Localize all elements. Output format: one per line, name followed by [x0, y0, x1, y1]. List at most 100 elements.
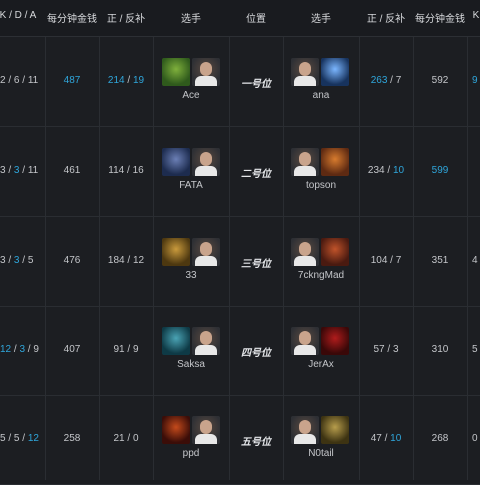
gpm-left-value: 476: [63, 255, 81, 266]
lasthits-right: 47 / 10: [371, 433, 402, 444]
kda-right-value: 5: [472, 344, 478, 355]
table-header: K / D / A 每分钟金钱 正 / 反补 选手 位置 选手 正 / 反补 每…: [0, 0, 480, 37]
header-gpm-left: 每分钟金钱: [47, 14, 97, 25]
gpm-left: 476: [64, 255, 81, 266]
header-player-right: 选手: [311, 14, 331, 25]
kda-left: 3 / 3 / 11: [0, 165, 38, 176]
gpm-right-value: 592: [431, 75, 449, 86]
lasthits-right: 234 / 10: [368, 165, 404, 176]
kda-right-partial: 9: [472, 75, 478, 86]
player-name-left: FATA: [179, 180, 203, 191]
position-label: 一号位: [241, 79, 271, 90]
lasthits-left: 91 / 9: [113, 344, 138, 355]
lasthits-left-value: 214: [107, 75, 125, 86]
player-photo-icon: [192, 238, 220, 266]
player-row: 3 / 3 / 5 476 184 / 12 33 三号位 7ckngMad 104 / 7…: [0, 217, 480, 307]
player-face-shape: [200, 62, 212, 76]
lasthits-left-value: 91: [113, 344, 125, 355]
player-jersey-shape: [195, 345, 217, 355]
hero-blue-spirit-icon: [321, 58, 349, 86]
player-name-left: 33: [185, 270, 197, 281]
lasthits-right-value: 234: [367, 165, 385, 176]
player-face-shape: [299, 420, 311, 434]
lasthits-left-separator: /: [124, 75, 133, 86]
gpm-right: 599: [432, 165, 449, 176]
kda-left-separator: /: [5, 75, 14, 86]
gpm-left-value: 461: [63, 165, 81, 176]
lasthits-left: 114 / 16: [108, 165, 143, 176]
player-name-right: JerAx: [308, 359, 334, 370]
player-row: 2 / 6 / 11 487 214 / 19 Ace 一号位 ana 263 / 7 592…: [0, 37, 480, 127]
player-jersey-shape: [294, 256, 316, 266]
kda-left-value: 11: [27, 75, 39, 86]
player-name-right: 7ckngMad: [297, 270, 345, 281]
kda-right-partial: 5: [472, 344, 478, 355]
lasthits-left-value: 0: [132, 433, 139, 444]
player-row: 12 / 3 / 9 407 91 / 9 Saksa 四号位 JerAx 57 / 3 31…: [0, 306, 480, 396]
hero-gold-shaman-icon: [321, 416, 349, 444]
hero-green-orc-icon: [162, 58, 190, 86]
lasthits-right-value: 47: [370, 433, 382, 444]
player-name-left: Saksa: [177, 359, 205, 370]
player-face-shape: [299, 152, 311, 166]
lasthits-left: 21 / 0: [113, 433, 138, 444]
hero-teal-mage-icon: [162, 327, 190, 355]
gpm-left: 258: [64, 433, 81, 444]
kda-right-value: 0: [472, 433, 478, 444]
header-player-left: 选手: [181, 14, 201, 25]
lasthits-right-separator: /: [387, 255, 396, 266]
lasthits-left-value: 114: [108, 165, 125, 176]
player-photo-icon: [291, 327, 319, 355]
lasthits-left-value: 16: [132, 165, 144, 176]
kda-left: 3 / 3 / 5: [0, 255, 33, 266]
lasthits-right: 263 / 7: [371, 75, 402, 86]
player-row: 3 / 3 / 11 461 114 / 16 FATA 二号位 topson 234 / …: [0, 127, 480, 217]
position-label: 五号位: [241, 437, 271, 448]
lasthits-right-value: 10: [392, 165, 405, 176]
kda-left-value: 12: [27, 433, 39, 444]
gpm-left: 407: [64, 344, 81, 355]
player-name-right: topson: [305, 180, 337, 191]
player-name-left: ppd: [182, 448, 200, 459]
player-photo-icon: [291, 58, 319, 86]
kda-right-partial: 0: [472, 433, 478, 444]
kda-right-value: 9: [472, 75, 478, 86]
lasthits-left-value: 21: [113, 433, 125, 444]
lasthits-right-separator: /: [387, 75, 396, 86]
player-face-shape: [299, 242, 311, 256]
lasthits-left: 184 / 12: [108, 255, 144, 266]
lasthits-right-value: 57: [373, 344, 385, 355]
lasthits-right-value: 104: [370, 255, 388, 266]
player-name-right: N0tail: [308, 448, 334, 459]
position-label: 二号位: [241, 169, 271, 180]
player-jersey-shape: [294, 166, 316, 176]
hero-crimson-demon-icon: [321, 327, 349, 355]
kda-left-value: 5: [27, 255, 34, 266]
kda-left-separator: /: [19, 255, 28, 266]
player-jersey-shape: [294, 345, 316, 355]
player-name-right: ana: [312, 90, 330, 101]
header-gpm-right: 每分钟金钱: [415, 14, 465, 25]
player-jersey-shape: [294, 76, 316, 86]
gpm-left: 487: [64, 75, 81, 86]
player-jersey-shape: [195, 166, 217, 176]
lasthits-right-value: 7: [395, 255, 402, 266]
gpm-right-value: 599: [431, 165, 449, 176]
header-position: 位置: [246, 14, 266, 25]
player-face-shape: [200, 331, 212, 345]
gpm-right: 268: [432, 433, 449, 444]
player-photo-icon: [291, 416, 319, 444]
player-photo-icon: [192, 58, 220, 86]
lasthits-right-value: 7: [395, 75, 402, 86]
lasthits-left-value: 19: [132, 75, 145, 86]
player-photo-icon: [192, 416, 220, 444]
lasthits-right-separator: /: [384, 165, 393, 176]
player-photo-icon: [291, 238, 319, 266]
hero-fire-lord-icon: [162, 416, 190, 444]
lasthits-right-value: 263: [370, 75, 388, 86]
kda-left-value: 11: [27, 165, 39, 176]
gpm-right: 592: [432, 75, 449, 86]
player-jersey-shape: [195, 434, 217, 444]
lasthits-right: 57 / 3: [373, 344, 398, 355]
lasthits-left-value: 184: [107, 255, 125, 266]
